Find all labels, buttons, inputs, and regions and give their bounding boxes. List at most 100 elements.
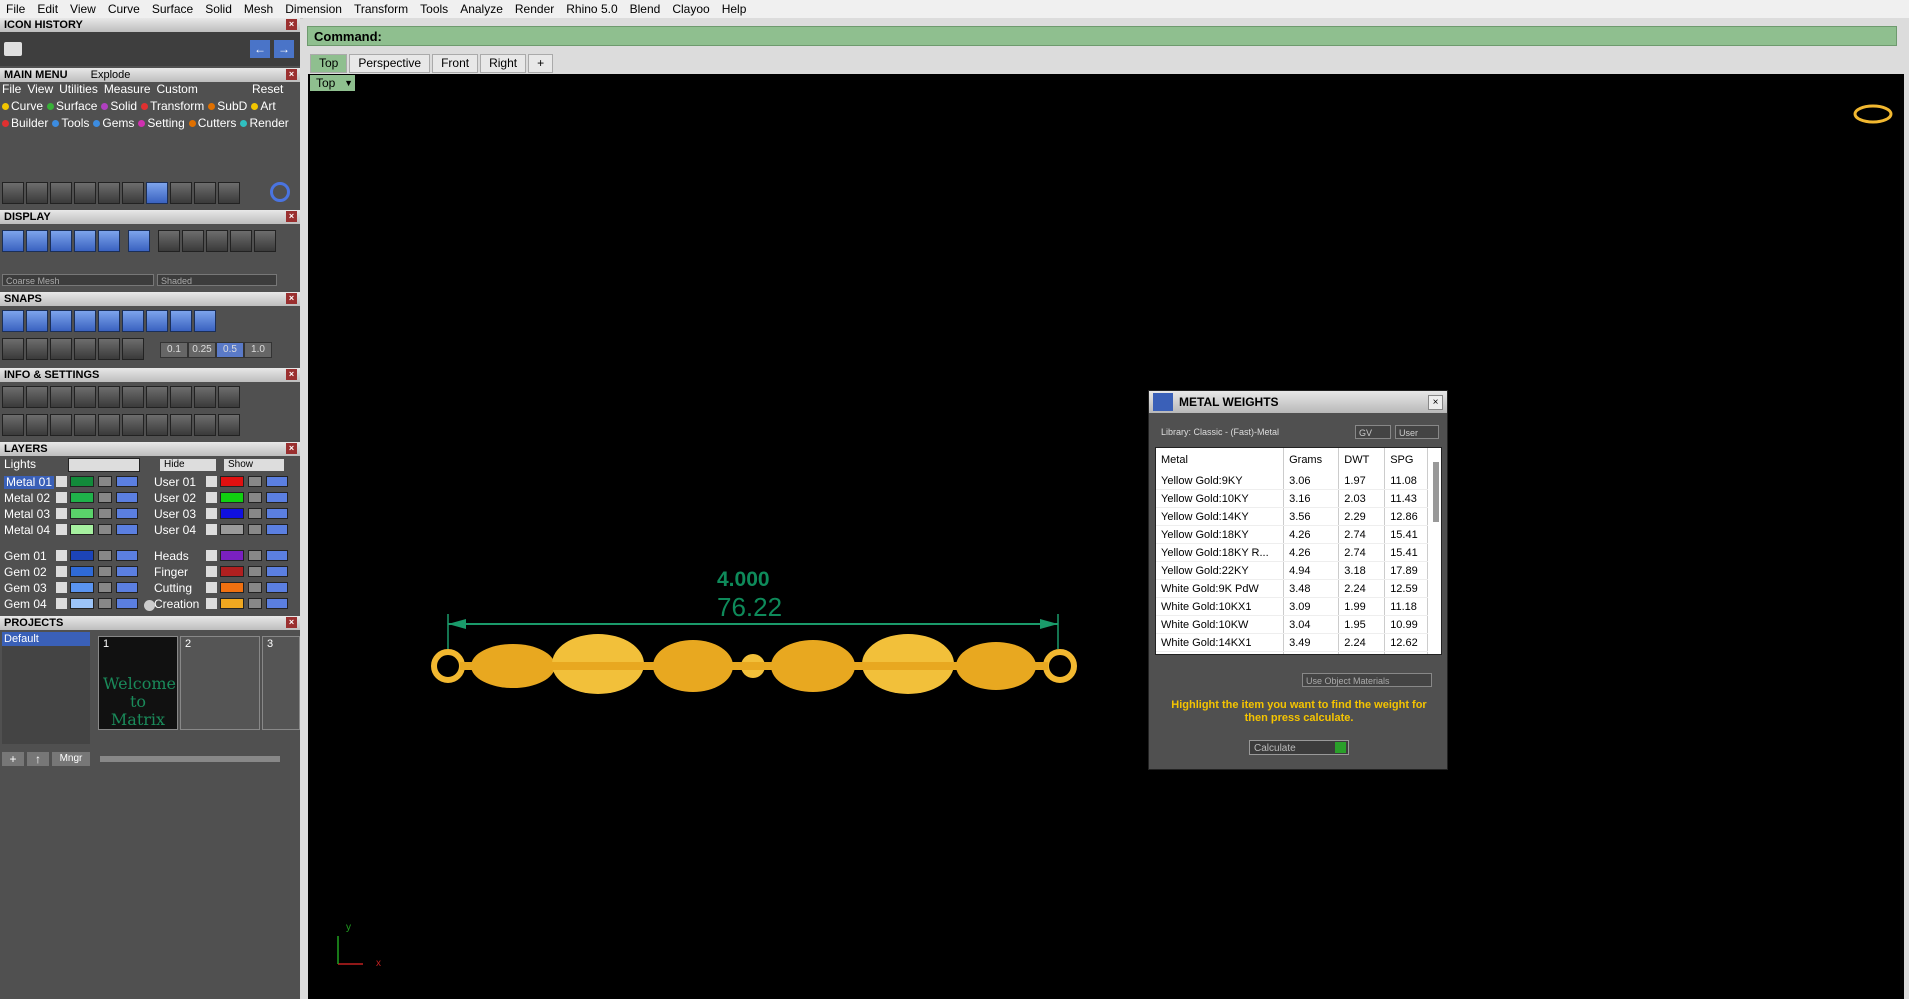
layer-arrow-icon[interactable] (206, 582, 217, 593)
visibility-toggle[interactable] (266, 508, 288, 519)
layer-row[interactable]: Metal 01 (4, 476, 144, 490)
layer-color-swatch[interactable] (70, 492, 94, 503)
layer-color-swatch[interactable] (70, 476, 94, 487)
close-icon[interactable]: × (286, 293, 297, 304)
layer-row[interactable]: User 04 (154, 524, 294, 538)
visibility-toggle[interactable] (266, 550, 288, 561)
tab-top[interactable]: Top (310, 54, 348, 73)
lock-icon[interactable] (248, 476, 262, 487)
close-icon[interactable]: × (1428, 395, 1443, 410)
layer-arrow-icon[interactable] (206, 508, 217, 519)
settings-2-icon[interactable] (194, 414, 216, 436)
settings-3-icon[interactable] (218, 414, 240, 436)
table-row[interactable]: Yellow Gold:9KY 3.06 1.97 11.08 (1156, 472, 1428, 490)
ortho-icon[interactable] (26, 338, 48, 360)
visibility-toggle[interactable] (116, 476, 138, 487)
main-menu-item-utilities[interactable]: Utilities (59, 82, 98, 96)
column-header[interactable]: DWT (1338, 448, 1386, 472)
texture-display-icon[interactable] (128, 230, 150, 252)
mesh-quality-select[interactable]: Coarse Mesh (2, 274, 154, 286)
gumball-icon[interactable] (98, 338, 120, 360)
visibility-toggle[interactable] (116, 582, 138, 593)
properties-icon[interactable] (2, 386, 24, 408)
wire-display-icon[interactable] (26, 230, 48, 252)
menu-item-solid[interactable]: Solid (199, 2, 238, 16)
menu-item-blend[interactable]: Blend (624, 2, 667, 16)
layer-color-swatch[interactable] (70, 550, 94, 561)
viewport-name-tag[interactable]: Top ▼ (310, 75, 355, 91)
lock-icon[interactable] (248, 550, 262, 561)
explode-label[interactable]: Explode (91, 69, 131, 81)
menu-item-mesh[interactable]: Mesh (238, 2, 279, 16)
close-icon[interactable]: × (286, 19, 297, 30)
project-slot-2[interactable]: 2 (180, 636, 260, 730)
category-curve[interactable]: Curve (2, 99, 43, 113)
layer-row[interactable]: Cutting (154, 582, 294, 596)
move-tool-icon[interactable] (98, 182, 120, 204)
visibility-toggle[interactable] (116, 524, 138, 535)
snap-quad-icon[interactable] (194, 310, 216, 332)
column-header[interactable]: SPG (1384, 448, 1428, 472)
pipe-tool-icon[interactable] (146, 182, 168, 204)
lock-icon[interactable] (98, 492, 112, 503)
scissors-icon[interactable] (122, 414, 144, 436)
snap-perp-icon[interactable] (146, 310, 168, 332)
shaded-sphere-icon[interactable] (50, 230, 72, 252)
menu-item-rhino-5-0[interactable]: Rhino 5.0 (560, 2, 623, 16)
grid-display-icon[interactable] (2, 230, 24, 252)
lock-icon[interactable] (248, 566, 262, 577)
category-setting[interactable]: Setting (138, 116, 185, 130)
lock-icon[interactable] (248, 508, 262, 519)
lock-icon[interactable] (98, 550, 112, 561)
layer-color-swatch[interactable] (220, 566, 244, 577)
tab-front[interactable]: Front (432, 54, 479, 73)
category-transform[interactable]: Transform (141, 99, 204, 113)
layer-arrow-icon[interactable] (56, 476, 67, 487)
visibility-toggle[interactable] (266, 598, 288, 609)
menu-item-file[interactable]: File (0, 2, 31, 16)
layer-arrow-icon[interactable] (206, 492, 217, 503)
snap-value-0-5[interactable]: 0.5 (216, 342, 244, 358)
manager-button[interactable]: Mngr (52, 752, 90, 766)
lock-icon[interactable] (98, 598, 112, 609)
category-gems[interactable]: Gems (93, 116, 134, 130)
view-gumball-icon[interactable] (1853, 104, 1893, 124)
main-menu-item-custom[interactable]: Custom (157, 82, 198, 96)
tab-right[interactable]: Right (480, 54, 527, 73)
dark-sphere-icon[interactable] (230, 230, 252, 252)
snap-int-icon[interactable] (122, 310, 144, 332)
lights-toggle[interactable] (68, 458, 140, 472)
chevron-down-icon[interactable]: ▼ (344, 75, 353, 91)
copy-tool-icon[interactable] (170, 182, 192, 204)
table-row[interactable]: Yellow Gold:18KY 4.26 2.74 15.41 (1156, 525, 1428, 544)
main-menu-item-file[interactable]: File (2, 82, 21, 96)
metal-weights-table[interactable]: Metal Grams DWT SPG Yellow Gold:9KY 3.06 1.97… (1155, 447, 1442, 655)
lock-icon[interactable] (248, 582, 262, 593)
snap-tan-icon[interactable] (170, 310, 192, 332)
scale-tool-icon[interactable] (218, 182, 240, 204)
layer-row[interactable]: Gem 01 (4, 550, 144, 564)
category-cutters[interactable]: Cutters (188, 116, 236, 130)
layer-color-swatch[interactable] (70, 508, 94, 519)
gold-sphere-icon[interactable] (158, 230, 180, 252)
project-item-default[interactable]: Default (2, 632, 90, 646)
box-info-icon[interactable] (74, 386, 96, 408)
reset-button[interactable]: Reset (252, 82, 283, 96)
layer-color-swatch[interactable] (70, 566, 94, 577)
layer-arrow-icon[interactable] (56, 598, 67, 609)
lock-icon[interactable] (98, 566, 112, 577)
line-tool-icon[interactable] (74, 182, 96, 204)
close-icon[interactable]: × (286, 69, 297, 80)
table-row[interactable]: White Gold:14K PdW3.972.5514.37 (1156, 651, 1428, 654)
curve-tool-icon[interactable] (50, 182, 72, 204)
layer-color-swatch[interactable] (220, 508, 244, 519)
snap-point-icon[interactable] (50, 310, 72, 332)
menu-item-help[interactable]: Help (716, 2, 753, 16)
folder-open-icon[interactable] (4, 42, 22, 56)
layers-collapse-icon[interactable] (144, 600, 155, 611)
env-sphere-icon[interactable] (98, 230, 120, 252)
menu-item-render[interactable]: Render (509, 2, 560, 16)
snap-mid-icon[interactable] (74, 310, 96, 332)
main-menu-item-measure[interactable]: Measure (104, 82, 151, 96)
layer-row[interactable]: User 03 (154, 508, 294, 522)
